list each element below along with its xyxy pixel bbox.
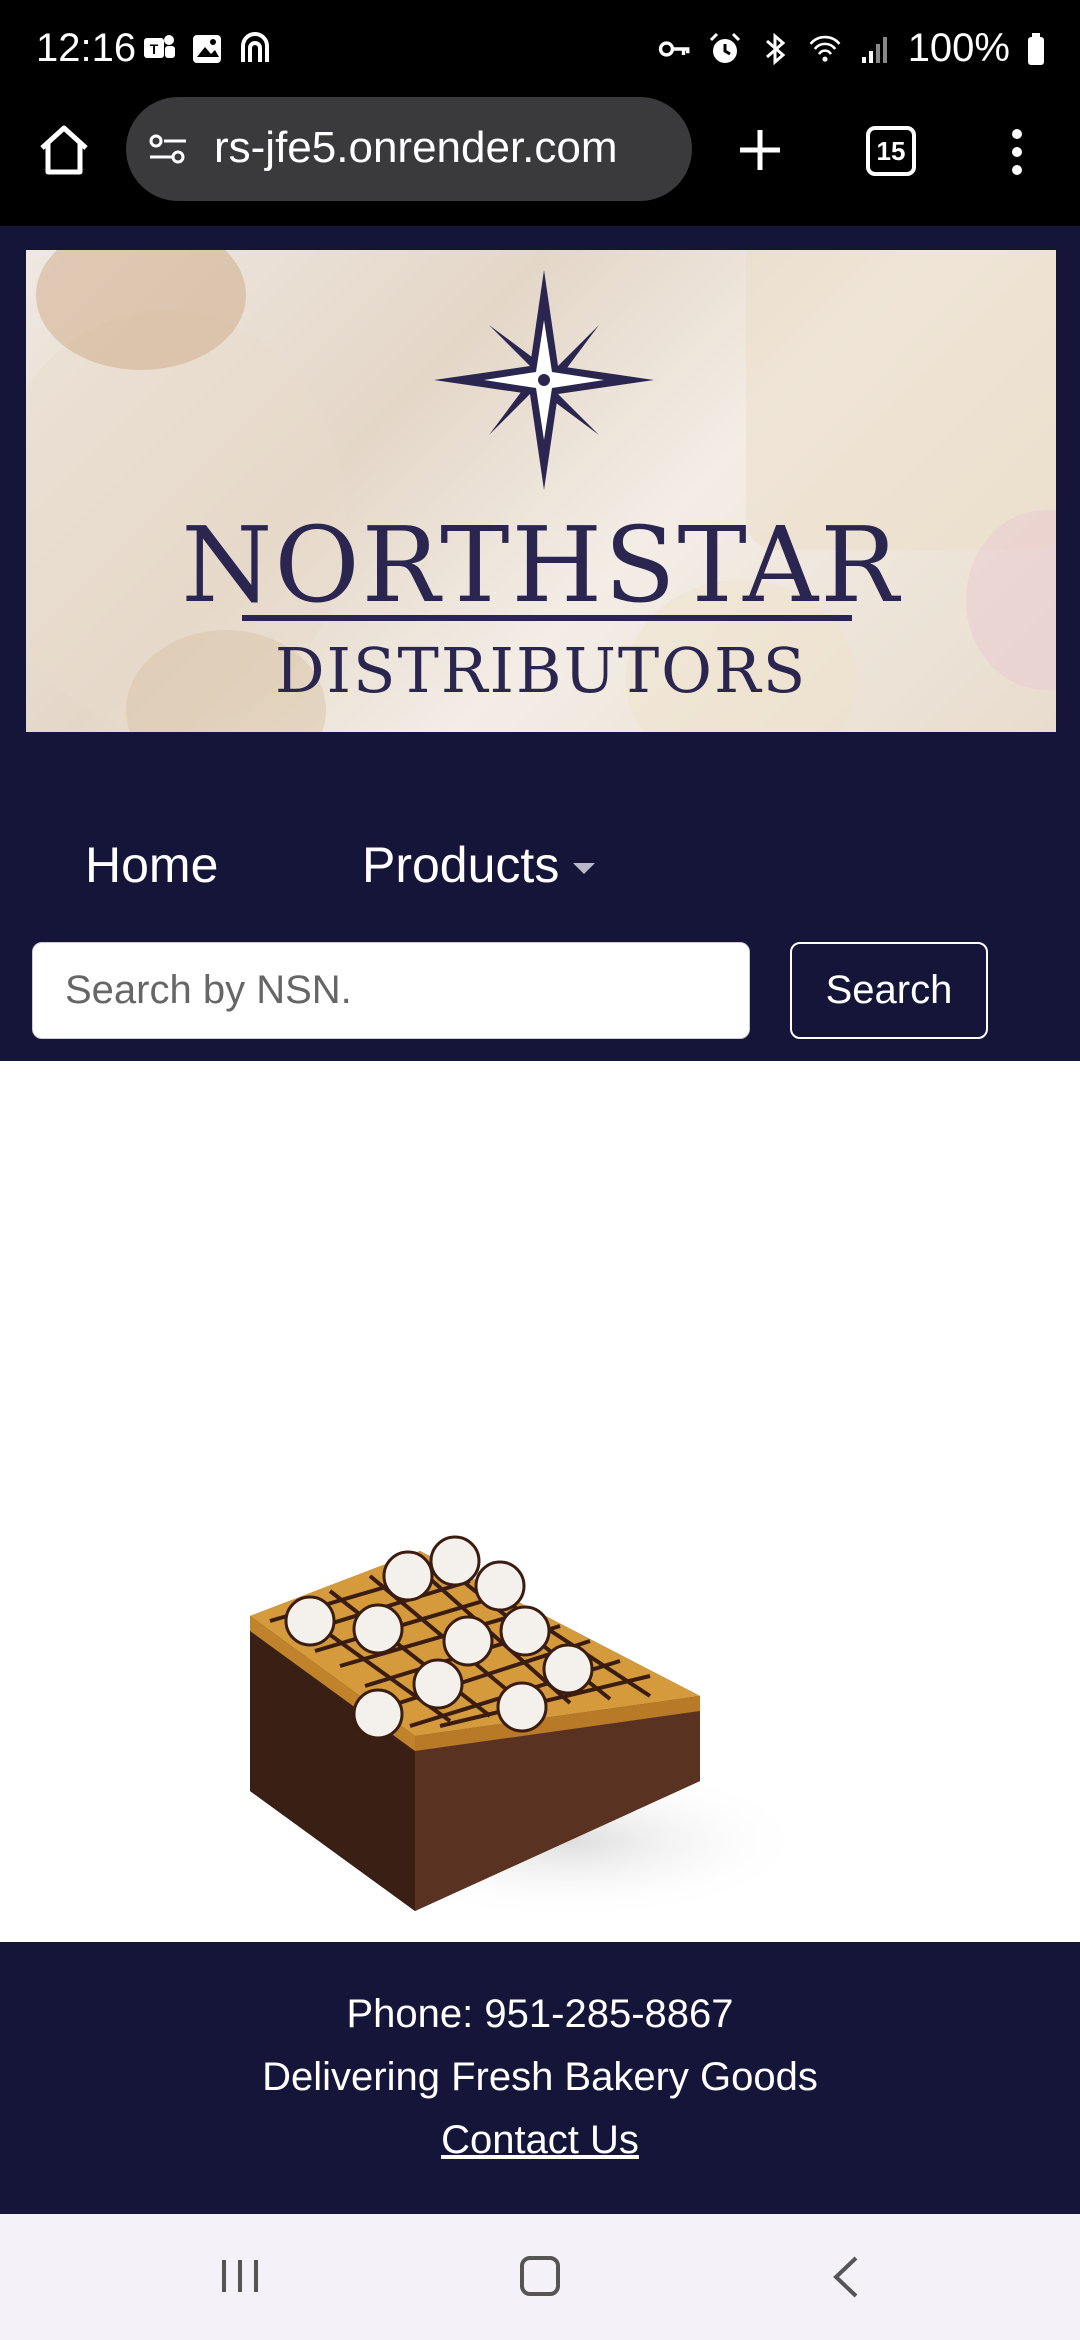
footer-phone: Phone: 951-285-8867 [346,1992,734,2036]
search-button[interactable]: Search [790,942,988,1039]
url-text: rs-jfe5.onrender.com [214,123,618,172]
new-tab-icon[interactable] [730,120,790,180]
bluetooth-icon [765,32,785,65]
battery-icon [1028,32,1044,65]
product-area [0,1061,1080,1941]
battery-percent: 100% [907,26,1010,70]
nav-home-link[interactable]: Home [85,836,218,894]
footer-tagline: Delivering Fresh Bakery Goods [262,2055,818,2099]
nav-products-label: Products [362,837,560,893]
system-nav-bar [0,2214,1080,2340]
web-page: NORTHSTAR DISTRIBUTORS Home Products Sea… [0,226,1080,2214]
back-icon[interactable] [826,2254,866,2300]
status-time: 12:16 [36,26,137,70]
key-icon [658,40,690,57]
address-bar[interactable]: rs-jfe5.onrender.com [126,97,692,201]
banner-logo[interactable]: NORTHSTAR DISTRIBUTORS [26,250,1056,732]
browser-toolbar: rs-jfe5.onrender.com 15 [0,97,1080,226]
status-left-icons: T [142,30,272,66]
nsn-search-input[interactable] [32,942,750,1039]
brand-name: NORTHSTAR [181,504,901,626]
caret-down-icon [573,862,596,874]
site-settings-icon[interactable] [146,127,190,171]
home-icon[interactable] [34,120,94,180]
status-bar: 12:16 T 100% [0,0,1080,100]
site-header: NORTHSTAR DISTRIBUTORS Home Products Sea… [0,226,1080,1061]
site-footer: Phone: 951-285-8867 Delivering Fresh Bak… [0,1942,1080,2214]
footer-contact: Contact Us [0,2118,1080,2163]
app-icon [241,32,269,62]
main-nav: Home Products [0,806,1080,906]
status-right: 100% [658,26,1046,71]
signal-icon [861,36,887,63]
tab-switcher-button[interactable]: 15 [866,126,916,176]
svg-text:T: T [150,41,159,57]
brownie-cake-image [250,1535,810,1921]
brand-divider [242,615,852,621]
alarm-icon [709,32,740,63]
teams-icon: T [144,35,175,58]
more-menu-icon[interactable] [1000,122,1034,182]
brand-subtitle: DISTRIBUTORS [274,634,808,707]
contact-us-link[interactable]: Contact Us [441,2118,639,2162]
system-home-icon[interactable] [520,2256,560,2296]
nav-products-dropdown[interactable]: Products [362,836,596,894]
wifi-icon [809,35,841,62]
gallery-icon [193,35,221,63]
recent-apps-icon[interactable] [218,2256,262,2296]
